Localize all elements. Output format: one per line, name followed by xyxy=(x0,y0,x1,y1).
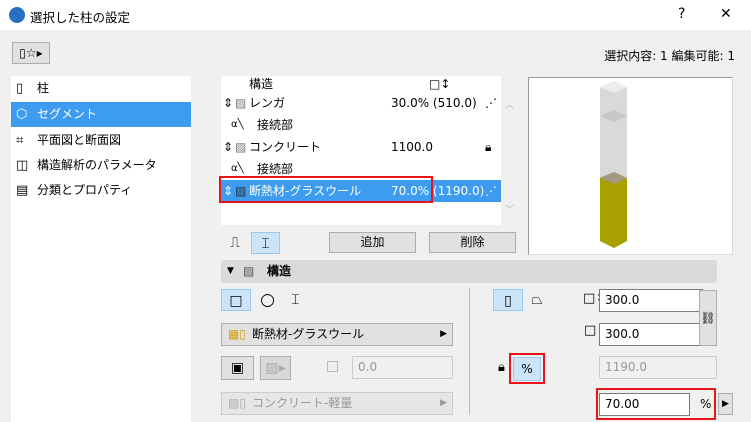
table-row[interactable]: ⇕ ▨ レンガ 30.0% (510.0) ⋰ xyxy=(221,92,501,114)
sidebar-item-floorplan[interactable]: ⌗ 平面図と断面図 xyxy=(11,128,191,153)
row-name: レンガ xyxy=(249,96,286,110)
column-icon: ▯ xyxy=(16,81,24,96)
rectangle-shape-button[interactable]: □ xyxy=(221,289,251,311)
segment-icon: ⬡ xyxy=(16,107,28,122)
header-structure: 構造 xyxy=(249,77,274,91)
scroll-up-icon[interactable]: ︿ xyxy=(502,96,517,111)
collapse-triangle-icon[interactable]: ▼ xyxy=(227,260,234,283)
tapered-button[interactable]: ⏢ xyxy=(526,289,548,311)
sidebar-item-column[interactable]: ▯ 柱 xyxy=(11,76,191,101)
chain-link-icon: ⛓ xyxy=(700,311,716,325)
offset-input[interactable]: 0.0 xyxy=(352,356,453,379)
table-scrollbar[interactable]: ︿ ﹀ xyxy=(502,76,517,225)
arrow-right-icon: ▶ xyxy=(440,329,447,339)
table-row[interactable]: ⇕ ▨ コンクリート 1100.0 🔒︎ xyxy=(221,136,501,158)
row-name: コンクリート xyxy=(249,140,322,154)
circle-shape-button[interactable]: ○ xyxy=(255,289,280,311)
row-name: 接続部 xyxy=(257,118,294,132)
row-value: 1100.0 xyxy=(391,140,433,154)
drag-handle-icon[interactable]: ⇕ xyxy=(223,136,233,158)
arrow-right-icon: ▶ xyxy=(722,399,729,409)
lock-length-icon[interactable]: 🔒︎ xyxy=(498,360,505,375)
help-button[interactable]: ? xyxy=(678,6,685,22)
column-star-icon: ▯☆▸ xyxy=(19,46,43,60)
sidebar-item-segment[interactable]: ⬡ セグメント xyxy=(11,102,191,127)
drag-handle-icon[interactable]: ⇕ xyxy=(223,92,233,114)
percent-mode-icon[interactable]: ⋰ xyxy=(485,180,497,202)
title-bar: 選択した柱の設定 ? ✕ xyxy=(0,0,751,30)
lock-icon[interactable]: 🔒︎ xyxy=(485,136,491,158)
hatch-icon: ▨ xyxy=(243,264,255,278)
offset-icon: □ xyxy=(326,358,340,374)
selection-info: 選択内容: 1 編集可能: 1 xyxy=(604,49,735,63)
sidebar-item-structural[interactable]: ◫ 構造解析のパラメータ xyxy=(11,153,191,178)
column-preview-graphic xyxy=(600,81,627,248)
width-input[interactable]: 300.0 xyxy=(599,289,703,312)
scroll-down-icon[interactable]: ﹀ xyxy=(502,201,517,216)
hatch-icon: ▨ xyxy=(235,140,247,154)
table-row[interactable]: α╲ 接続部 xyxy=(221,114,501,136)
material-swatch-icon: ▨▯ xyxy=(228,396,246,410)
profile-shape-button[interactable]: ⌶ xyxy=(283,289,308,311)
core-options-button[interactable]: ▨▸ xyxy=(260,356,291,380)
divider xyxy=(469,288,470,415)
section-title: 構造 xyxy=(267,264,292,278)
sidebar-item-label: 構造解析のパラメータ xyxy=(37,158,157,172)
sidebar-item-properties[interactable]: ▤ 分類とプロパティ xyxy=(11,178,191,203)
sidebar: ▯ 柱 ⬡ セグメント ⌗ 平面図と断面図 ◫ 構造解析のパラメータ ▤ 分類とプロパティ xyxy=(11,76,191,422)
depth-input[interactable]: 300.0 xyxy=(599,323,703,346)
arrow-right-icon: ▶ xyxy=(440,398,447,408)
delete-button[interactable]: 削除 xyxy=(429,232,516,253)
length-input[interactable]: 1190.0 xyxy=(599,356,717,379)
preview-3d[interactable] xyxy=(528,77,733,255)
highlight-box xyxy=(219,176,433,203)
highlight-box xyxy=(509,353,545,384)
core-material-value: コンクリート-軽量 xyxy=(252,396,353,410)
properties-icon: ▤ xyxy=(16,183,29,198)
sidebar-item-label: 平面図と断面図 xyxy=(37,133,122,147)
highlight-box xyxy=(596,388,716,420)
percent-mode-icon[interactable]: ⋰ xyxy=(485,92,497,114)
height-icon: □↕ xyxy=(429,77,451,91)
link-dimensions-button[interactable]: ⛓ xyxy=(699,290,717,346)
core-button[interactable]: ▣ xyxy=(221,356,254,380)
floorplan-icon: ⌗ xyxy=(16,133,24,148)
material-swatch-icon: ▦▯ xyxy=(228,327,246,341)
uniform-segment-button[interactable]: ⎍ xyxy=(224,232,246,254)
sidebar-item-label: セグメント xyxy=(37,107,98,121)
add-button[interactable]: 追加 xyxy=(329,232,416,253)
percent-options-button[interactable]: ▶ xyxy=(718,393,733,415)
favorites-button[interactable]: ▯☆▸ xyxy=(12,42,50,64)
hatch-icon: ▨ xyxy=(235,96,247,110)
sidebar-item-label: 柱 xyxy=(37,81,50,95)
material-value: 断熱材-グラスウール xyxy=(252,327,365,341)
material-dropdown[interactable]: ▦▯ 断熱材-グラスウール ▶ xyxy=(221,323,453,346)
row-value: 30.0% (510.0) xyxy=(391,96,477,110)
core-material-dropdown[interactable]: ▨▯ コンクリート-軽量 ▶ xyxy=(221,392,453,415)
sidebar-item-label: 分類とプロパティ xyxy=(37,183,133,197)
joint-icon: α╲ xyxy=(231,119,244,130)
straight-segment-button[interactable]: ▯ xyxy=(493,289,523,311)
tapered-segment-button[interactable]: ⌶ xyxy=(251,232,280,254)
window-title: 選択した柱の設定 xyxy=(30,10,131,25)
structural-icon: ◫ xyxy=(16,158,29,173)
close-button[interactable]: ✕ xyxy=(720,6,732,22)
section-header[interactable]: ▼ ▨ 構造 xyxy=(221,260,717,283)
app-logo-icon xyxy=(9,7,25,23)
depth-icon: □ xyxy=(584,323,597,338)
